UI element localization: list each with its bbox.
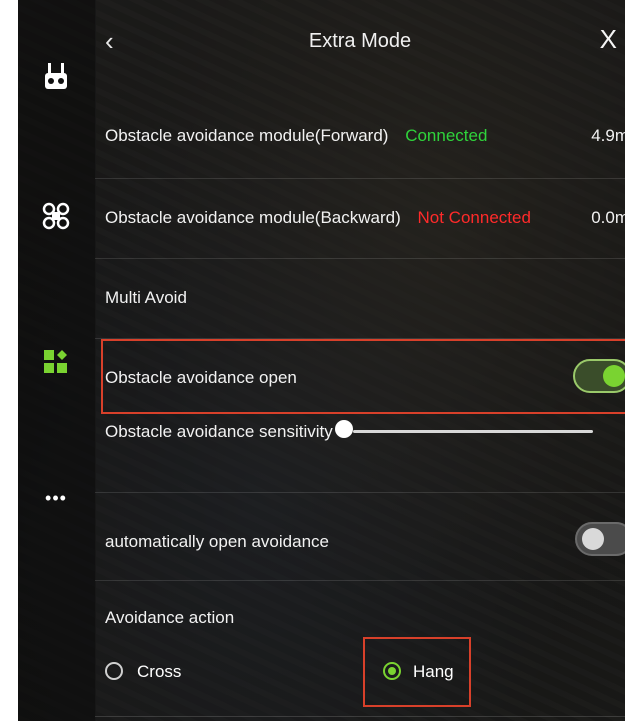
multi-avoid-label: Multi Avoid [105, 288, 187, 307]
avoidance-open-highlight [101, 339, 625, 414]
forward-module-name: Obstacle avoidance module(Forward) [105, 126, 389, 145]
cross-option[interactable]: Cross [105, 658, 225, 688]
forward-status: Connected [405, 126, 488, 145]
close-icon[interactable]: X [600, 24, 617, 55]
toggle-knob [582, 528, 604, 550]
cross-radio[interactable] [105, 662, 123, 680]
forward-module-row: Obstacle avoidance module(Forward) Conne… [95, 90, 625, 179]
backward-module-row: Obstacle avoidance module(Backward) Not … [95, 178, 625, 259]
sidebar: ••• [18, 0, 96, 721]
backward-module-label: Obstacle avoidance module(Backward) Not … [105, 208, 531, 228]
avoidance-action-label: Avoidance action [105, 608, 235, 627]
panel-header: ‹ Extra Mode X [95, 0, 625, 90]
sensitivity-slider-handle[interactable] [335, 420, 353, 438]
avoidance-action-row: Avoidance action [95, 580, 625, 721]
auto-open-toggle[interactable] [575, 522, 625, 556]
cross-label: Cross [137, 662, 182, 681]
remote-controller-icon[interactable] [40, 62, 72, 94]
backward-distance: 0.0m [591, 208, 625, 227]
drone-icon[interactable] [40, 200, 72, 232]
sensitivity-slider-track[interactable] [353, 430, 593, 433]
forward-module-label: Obstacle avoidance module(Forward) Conne… [105, 126, 487, 146]
page-title: Extra Mode [308, 30, 412, 52]
modules-icon[interactable] [40, 346, 72, 378]
bottom-divider [95, 716, 625, 717]
backward-status: Not Connected [417, 208, 531, 227]
backward-module-name: Obstacle avoidance module(Backward) [105, 208, 401, 227]
more-icon[interactable]: ••• [40, 482, 72, 514]
forward-distance: 4.9m [591, 126, 625, 145]
app-frame: ••• ‹ Extra Mode X Obstacle avoidance mo… [18, 0, 625, 721]
auto-open-label: automatically open avoidance [105, 532, 329, 551]
multi-avoid-row: Multi Avoid [95, 258, 625, 339]
sensitivity-row: Obstacle avoidance sensitivity [95, 416, 625, 493]
hang-highlight [363, 637, 471, 707]
auto-open-row: automatically open avoidance [95, 492, 625, 581]
sensitivity-label: Obstacle avoidance sensitivity [105, 422, 333, 441]
